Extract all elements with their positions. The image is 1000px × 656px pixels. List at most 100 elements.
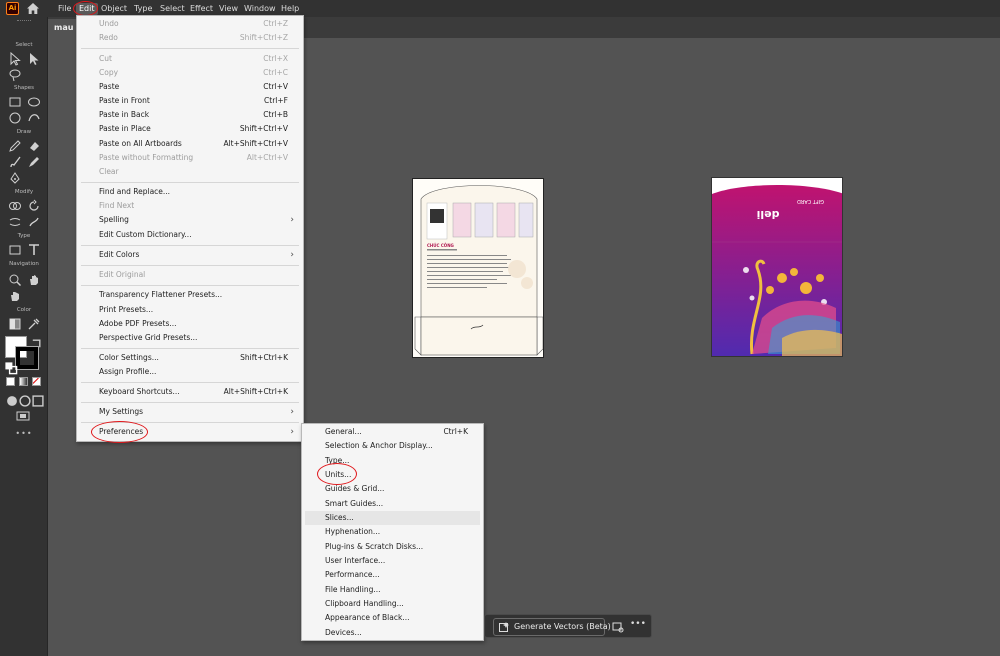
panel-grip[interactable] [17, 20, 31, 22]
shape-builder-tool-icon[interactable] [8, 199, 22, 213]
stroke-color-swatch[interactable] [15, 346, 39, 370]
menu-item-assign-profile[interactable]: Assign Profile... [77, 365, 303, 379]
blob-brush-tool-icon[interactable] [27, 155, 41, 169]
pref-item-performance[interactable]: Performance... [302, 568, 483, 582]
menu-item-transparency-flattener-presets[interactable]: Transparency Flattener Presets... [77, 288, 303, 302]
gift-card-label: GIFT CARD [796, 198, 824, 204]
menu-item-edit-original[interactable]: Edit Original [77, 268, 303, 282]
menu-item-edit-colors[interactable]: Edit Colors › [77, 248, 303, 262]
menu-item-paste-without-formatting[interactable]: Paste without Formatting Alt+Ctrl+V [77, 151, 303, 165]
chevron-right-icon: › [290, 407, 294, 417]
preferences-submenu: General... Ctrl+K Selection & Anchor Disp… [301, 423, 484, 641]
menu-window[interactable]: Window [244, 3, 276, 15]
menu-separator [81, 382, 299, 383]
pref-item-appearance-of-black[interactable]: Appearance of Black... [302, 611, 483, 625]
menu-select[interactable]: Select [160, 3, 185, 15]
pref-item-type[interactable]: Type... [302, 454, 483, 468]
menu-item-undo[interactable]: Undo Ctrl+Z [77, 17, 303, 31]
pref-item-file-handling[interactable]: File Handling... [302, 583, 483, 597]
pen-tool-icon[interactable] [8, 171, 22, 185]
pref-item-plugins-scratch-disks[interactable]: Plug-ins & Scratch Disks... [302, 540, 483, 554]
generate-vectors-button[interactable]: Generate Vectors (Beta) [493, 618, 611, 636]
menu-item-paste[interactable]: Paste Ctrl+V [77, 80, 303, 94]
pref-item-smart-guides[interactable]: Smart Guides... [302, 497, 483, 511]
menu-item-spelling[interactable]: Spelling › [77, 213, 303, 227]
paintbrush-tool-icon[interactable] [8, 155, 22, 169]
color-mode-icon[interactable] [6, 377, 15, 386]
draw-behind-icon[interactable] [18, 394, 31, 407]
tools-label-color: Color [16, 307, 32, 313]
menu-item-edit-custom-dictionary[interactable]: Edit Custom Dictionary... [77, 228, 303, 242]
menu-item-clear[interactable]: Clear [77, 165, 303, 179]
type-tool-icon[interactable] [27, 243, 41, 257]
home-icon[interactable] [26, 2, 40, 15]
eraser-tool-icon[interactable] [27, 139, 41, 153]
generate-vectors-label: Generate Vectors (Beta) [514, 622, 611, 631]
rotate-view-tool-icon[interactable] [8, 289, 22, 303]
artboard-envelope-front[interactable]: deli GIFT CARD [711, 177, 843, 357]
menu-object[interactable]: Object [101, 3, 127, 15]
pref-item-devices[interactable]: Devices... [302, 626, 483, 640]
menu-item-paste-on-all-artboards[interactable]: Paste on All Artboards Alt+Shift+Ctrl+V [77, 137, 303, 151]
menu-item-paste-in-place[interactable]: Paste in Place Shift+Ctrl+V [77, 122, 303, 136]
image-settings-icon[interactable] [612, 621, 624, 633]
menu-item-print-presets[interactable]: Print Presets... [77, 303, 303, 317]
pref-item-guides-grid[interactable]: Guides & Grid... [302, 482, 483, 496]
none-mode-icon[interactable] [32, 377, 41, 386]
menu-item-keyboard-shortcuts[interactable]: Keyboard Shortcuts... Alt+Shift+Ctrl+K [77, 385, 303, 399]
ellipse-tool-icon[interactable] [27, 95, 41, 109]
rectangle-tool-icon[interactable] [8, 95, 22, 109]
pref-item-general[interactable]: General... Ctrl+K [302, 425, 483, 439]
artboard-envelope-back[interactable]: CHÚC CÔNG [412, 178, 544, 358]
hand-tool-icon[interactable] [27, 273, 41, 287]
touch-type-tool-icon[interactable] [8, 243, 22, 257]
tools-label-modify: Modify [14, 189, 34, 195]
lasso-tool-icon[interactable] [8, 68, 22, 82]
menu-item-color-settings[interactable]: Color Settings... Shift+Ctrl+K [77, 351, 303, 365]
menu-item-paste-in-back[interactable]: Paste in Back Ctrl+B [77, 108, 303, 122]
rotate-tool-icon[interactable] [27, 199, 41, 213]
menu-view[interactable]: View [219, 3, 238, 15]
menu-item-find-next[interactable]: Find Next [77, 199, 303, 213]
zoom-tool-icon[interactable] [8, 273, 22, 287]
pref-item-selection-anchor-display[interactable]: Selection & Anchor Display... [302, 439, 483, 453]
draw-inside-icon[interactable] [31, 394, 44, 407]
draw-normal-icon[interactable] [5, 394, 17, 406]
gradient-mode-icon[interactable] [19, 377, 28, 386]
more-options-icon[interactable]: ••• [630, 619, 646, 629]
menu-separator [81, 265, 299, 266]
eyedropper-tool-icon[interactable] [27, 317, 41, 331]
menu-item-cut[interactable]: Cut Ctrl+X [77, 52, 303, 66]
pref-item-clipboard-handling[interactable]: Clipboard Handling... [302, 597, 483, 611]
circle-tool-icon[interactable] [8, 111, 22, 125]
menu-item-redo[interactable]: Redo Shift+Ctrl+Z [77, 31, 303, 45]
menu-item-my-settings[interactable]: My Settings › [77, 405, 303, 419]
warp-tool-icon[interactable] [27, 215, 41, 229]
menu-type[interactable]: Type [134, 3, 152, 15]
direct-selection-tool-icon[interactable] [27, 52, 41, 66]
pref-item-units[interactable]: Units... [302, 468, 483, 482]
pref-item-slices[interactable]: Slices... [305, 511, 480, 525]
menu-item-copy[interactable]: Copy Ctrl+C [77, 66, 303, 80]
default-colors-icon[interactable] [4, 361, 18, 375]
menu-help[interactable]: Help [281, 3, 299, 15]
menu-effect[interactable]: Effect [190, 3, 213, 15]
selection-tool-icon[interactable] [8, 51, 22, 66]
menu-item-find-and-replace[interactable]: Find and Replace... [77, 185, 303, 199]
width-tool-icon[interactable] [8, 215, 22, 229]
pref-item-hyphenation[interactable]: Hyphenation... [302, 525, 483, 539]
tools-panel: Select Shapes Draw Modify Type Navigatio… [0, 17, 48, 656]
gradient-tool-icon[interactable] [8, 317, 22, 331]
menu-item-perspective-grid-presets[interactable]: Perspective Grid Presets... [77, 331, 303, 345]
menu-item-preferences[interactable]: Preferences › [77, 425, 303, 439]
pref-item-user-interface[interactable]: User Interface... [302, 554, 483, 568]
shaper-tool-icon[interactable] [27, 111, 41, 125]
pencil-tool-icon[interactable] [8, 139, 22, 153]
screen-mode-icon[interactable] [16, 409, 30, 423]
menu-file[interactable]: File [58, 3, 71, 15]
swap-colors-icon[interactable] [30, 336, 41, 348]
menu-edit[interactable]: Edit [76, 3, 98, 15]
more-tools-icon[interactable]: ••• [0, 429, 48, 438]
menu-item-paste-in-front[interactable]: Paste in Front Ctrl+F [77, 94, 303, 108]
menu-item-adobe-pdf-presets[interactable]: Adobe PDF Presets... [77, 317, 303, 331]
